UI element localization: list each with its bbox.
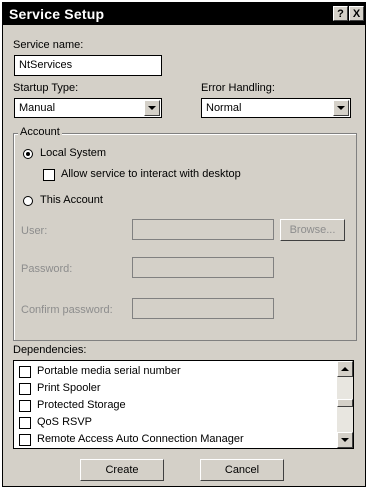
close-button[interactable]: X (349, 6, 364, 21)
dependency-checkbox[interactable] (19, 434, 31, 446)
dependencies-list[interactable]: Portable media serial number Print Spool… (13, 360, 354, 449)
browse-button[interactable]: Browse... (280, 219, 345, 241)
service-setup-dialog: Service Setup ? X Service name: NtServic… (2, 2, 366, 487)
dependency-checkbox[interactable] (19, 417, 31, 429)
this-account-radio[interactable] (23, 196, 33, 206)
scroll-up-icon[interactable] (337, 361, 353, 377)
help-button[interactable]: ? (333, 6, 348, 21)
scroll-thumb[interactable] (337, 399, 353, 407)
scroll-down-icon[interactable] (337, 432, 353, 448)
dependency-checkbox[interactable] (19, 366, 31, 378)
dependencies-scrollbar[interactable] (337, 361, 353, 448)
error-handling-value: Normal (206, 102, 242, 114)
startup-type-value: Manual (19, 102, 56, 114)
dependency-label: Portable media serial number (37, 365, 181, 377)
dependency-label: Remote Access Auto Connection Manager (37, 433, 244, 445)
dependency-label: Print Spooler (37, 382, 101, 394)
dependency-label: QoS RSVP (37, 416, 93, 428)
dialog-title: Service Setup (9, 6, 105, 22)
startup-type-label: Startup Type: (13, 82, 79, 94)
local-system-label[interactable]: Local System (40, 147, 106, 159)
service-name-input[interactable]: NtServices (14, 55, 162, 76)
chevron-down-icon[interactable] (144, 100, 160, 116)
user-label: User: (21, 225, 48, 237)
account-group-title: Account (18, 126, 62, 138)
user-input[interactable] (132, 219, 274, 240)
confirm-password-label: Confirm password: (21, 304, 113, 316)
error-handling-label: Error Handling: (201, 82, 275, 94)
cancel-button[interactable]: Cancel (200, 459, 284, 481)
this-account-label[interactable]: This Account (40, 194, 103, 206)
dependencies-label: Dependencies: (13, 344, 87, 356)
error-handling-select[interactable]: Normal (201, 98, 351, 118)
confirm-password-input[interactable] (132, 298, 274, 319)
interact-desktop-checkbox[interactable] (43, 169, 55, 181)
create-button[interactable]: Create (80, 459, 164, 481)
dependency-checkbox[interactable] (19, 383, 31, 395)
interact-desktop-label[interactable]: Allow service to interact with desktop (61, 168, 241, 180)
service-name-label: Service name: (13, 39, 84, 51)
dependency-checkbox[interactable] (19, 400, 31, 412)
dependency-label: Protected Storage (37, 399, 126, 411)
local-system-radio[interactable] (23, 149, 33, 159)
chevron-down-icon[interactable] (333, 100, 349, 116)
password-label: Password: (21, 263, 73, 275)
password-input[interactable] (132, 257, 274, 278)
startup-type-select[interactable]: Manual (14, 98, 162, 118)
title-bar: Service Setup ? X (3, 3, 365, 25)
